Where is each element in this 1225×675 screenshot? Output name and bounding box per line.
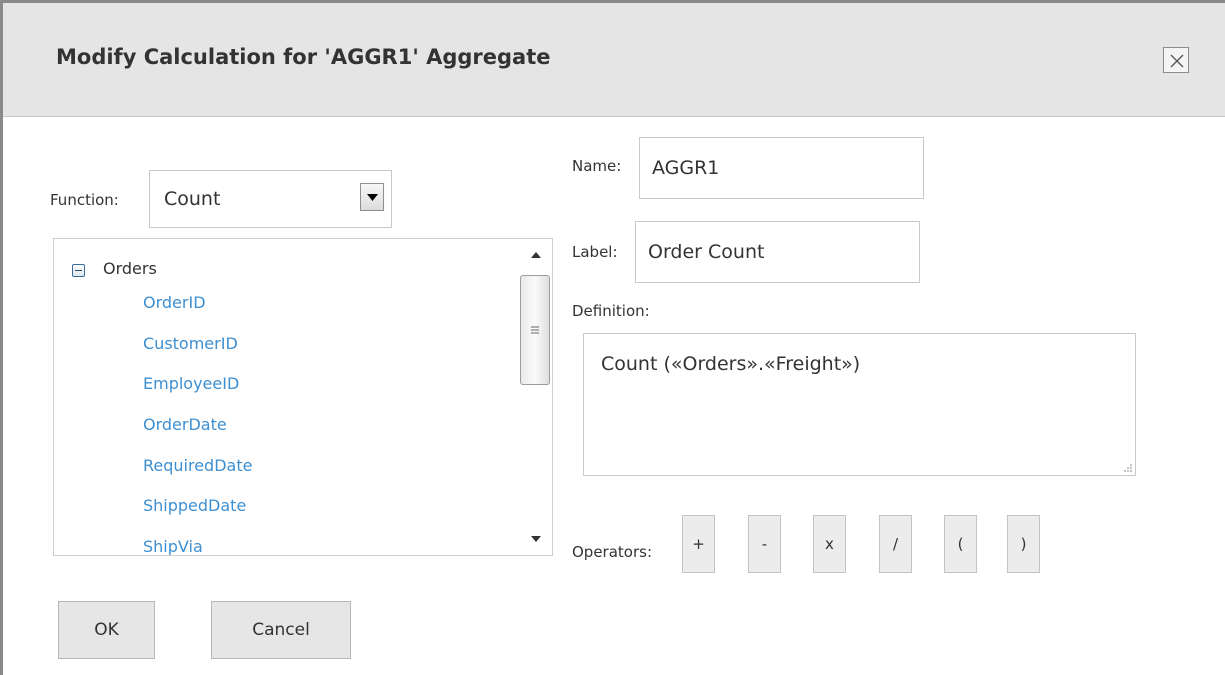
- tree-field-customerid[interactable]: CustomerID: [143, 334, 252, 375]
- scroll-down-icon[interactable]: [528, 532, 544, 546]
- function-label: Function:: [50, 191, 119, 209]
- dialog-titlebar: Modify Calculation for 'AGGR1' Aggregate: [3, 3, 1225, 117]
- operators-label: Operators:: [572, 543, 653, 561]
- grip-icon: [531, 326, 539, 334]
- operator-plus-button[interactable]: +: [682, 515, 715, 573]
- scroll-thumb[interactable]: [520, 275, 550, 385]
- function-dropdown[interactable]: Count: [149, 170, 392, 228]
- label-input[interactable]: Order Count: [635, 221, 920, 283]
- definition-label: Definition:: [572, 302, 650, 320]
- field-list: OrderID CustomerID EmployeeID OrderDate …: [143, 293, 252, 555]
- chevron-down-icon: [367, 194, 378, 201]
- label-input-value: Order Count: [648, 241, 765, 263]
- resize-grip-icon[interactable]: [1122, 462, 1133, 473]
- name-label: Name:: [572, 157, 622, 175]
- operator-open-paren-button[interactable]: (: [944, 515, 977, 573]
- dialog-title: Modify Calculation for 'AGGR1' Aggregate: [56, 45, 551, 69]
- operator-multiply-button[interactable]: x: [813, 515, 846, 573]
- definition-text: Count («Orders».«Freight»): [601, 353, 861, 375]
- tree-field-shipvia[interactable]: ShipVia: [143, 537, 252, 555]
- cancel-button[interactable]: Cancel: [211, 601, 351, 659]
- tree-field-orderid[interactable]: OrderID: [143, 293, 252, 334]
- close-button[interactable]: [1163, 47, 1189, 73]
- tree-field-orderdate[interactable]: OrderDate: [143, 415, 252, 456]
- collapse-icon[interactable]: [72, 264, 85, 277]
- scroll-up-icon[interactable]: [528, 248, 544, 262]
- operator-divide-button[interactable]: /: [879, 515, 912, 573]
- function-selected-value: Count: [164, 188, 221, 210]
- tree-field-shippeddate[interactable]: ShippedDate: [143, 496, 252, 537]
- close-icon: [1170, 54, 1184, 68]
- tree-field-employeeid[interactable]: EmployeeID: [143, 374, 252, 415]
- tree-field-requireddate[interactable]: RequiredDate: [143, 456, 252, 497]
- modify-calculation-dialog: Modify Calculation for 'AGGR1' Aggregate…: [0, 0, 1225, 675]
- tree-scrollbar[interactable]: [519, 239, 552, 555]
- operator-minus-button[interactable]: -: [748, 515, 781, 573]
- ok-button[interactable]: OK: [58, 601, 155, 659]
- definition-textarea[interactable]: Count («Orders».«Freight»): [583, 333, 1136, 476]
- tree-node-label: Orders: [103, 259, 157, 278]
- name-input-value: AGGR1: [652, 157, 720, 179]
- dropdown-button[interactable]: [360, 183, 384, 211]
- name-input[interactable]: AGGR1: [639, 137, 924, 199]
- label-label: Label:: [572, 243, 618, 261]
- field-tree[interactable]: Orders OrderID CustomerID EmployeeID Ord…: [53, 238, 553, 556]
- operator-close-paren-button[interactable]: ): [1007, 515, 1040, 573]
